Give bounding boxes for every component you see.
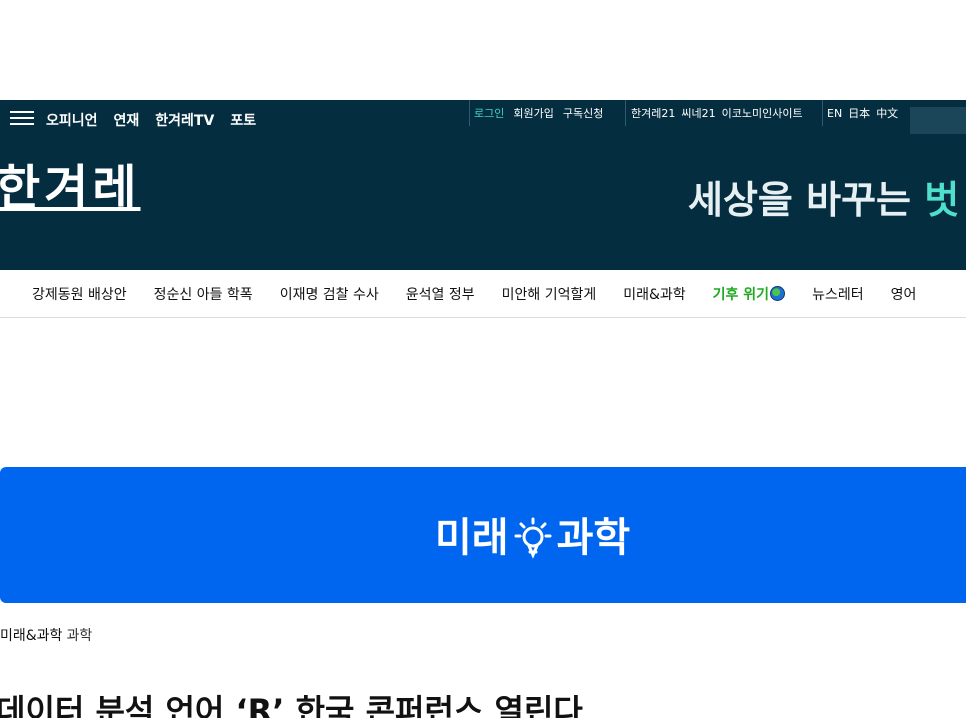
section-banner[interactable]: 미래 과학 <box>0 467 966 603</box>
section-item-climate-crisis[interactable]: 기후 위기 <box>712 284 786 304</box>
family-site-links: 한겨레21 씨네21 이코노미인사이트 <box>625 100 809 126</box>
lang-link-en[interactable]: EN <box>827 107 842 120</box>
login-link[interactable]: 로그인 <box>474 105 504 121</box>
section-item-english[interactable]: 영어 <box>891 284 917 304</box>
site-logo[interactable]: 한겨레 <box>0 164 140 212</box>
menu-icon-line <box>10 117 34 119</box>
subscribe-link[interactable]: 구독신청 <box>563 105 603 121</box>
menu-icon-line <box>10 123 34 125</box>
nav-link-opinion[interactable]: 오피니언 <box>46 110 98 130</box>
section-item-forced-labor[interactable]: 강제동원 배상안 <box>32 284 127 304</box>
section-item-lee-jaemyung[interactable]: 이재명 검찰 수사 <box>280 284 379 304</box>
lang-link-ja[interactable]: 日本 <box>848 105 870 121</box>
family-link-cine21[interactable]: 씨네21 <box>681 105 715 121</box>
menu-icon[interactable] <box>10 110 34 128</box>
section-item-future-science[interactable]: 미래&과학 <box>623 284 685 304</box>
globe-icon <box>770 286 786 301</box>
primary-nav: 오피니언 연재 한겨레TV 포토 <box>46 110 256 130</box>
slogan-accent: 벗 <box>924 178 960 222</box>
family-link-economy-insight[interactable]: 이코노미인사이트 <box>722 105 803 121</box>
slogan: 세상을 바꾸는 벗 <box>688 181 959 219</box>
language-links: EN 日本 中文 <box>822 100 904 126</box>
banner-text-future: 미래 <box>435 515 509 561</box>
section-item-newsletter[interactable]: 뉴스레터 <box>812 284 864 304</box>
breadcrumb-subsection-link[interactable]: 과학 <box>66 628 92 644</box>
page: 오피니언 연재 한겨레TV 포토 로그인 회원가입 구독신청 한겨레21 씨네2… <box>0 0 966 718</box>
family-link-hani21[interactable]: 한겨레21 <box>631 105 675 121</box>
breadcrumb-section-link[interactable]: 미래&과학 <box>0 628 62 644</box>
article-headline: 데이터 분석 언어 ‘R’ 한국 콘퍼런스 열린다 <box>0 692 583 718</box>
lang-link-zh[interactable]: 中文 <box>876 105 898 121</box>
breadcrumb: 미래&과학 과학 <box>0 625 92 645</box>
nav-link-photo[interactable]: 포토 <box>230 110 256 130</box>
site-header: 오피니언 연재 한겨레TV 포토 로그인 회원가입 구독신청 한겨레21 씨네2… <box>0 100 966 270</box>
lightbulb-icon <box>514 517 552 559</box>
section-item-climate-label: 기후 위기 <box>712 287 770 303</box>
banner-title: 미래 과학 <box>435 515 630 561</box>
search-input[interactable] <box>910 107 966 134</box>
section-nav: 강제동원 배상안 정순신 아들 학폭 이재명 검찰 수사 윤석열 정부 미안해 … <box>0 270 966 318</box>
section-item-yoon-government[interactable]: 윤석열 정부 <box>406 284 475 304</box>
nav-link-hani-tv[interactable]: 한겨레TV <box>155 110 214 130</box>
section-item-jung-soonshin[interactable]: 정순신 아들 학폭 <box>154 284 253 304</box>
account-links: 로그인 회원가입 구독신청 <box>469 100 612 126</box>
banner-text-science: 과학 <box>556 515 631 561</box>
section-item-remember[interactable]: 미안해 기억할게 <box>502 284 597 304</box>
nav-link-series[interactable]: 연재 <box>114 110 140 130</box>
signup-link[interactable]: 회원가입 <box>513 105 553 121</box>
slogan-text: 세상을 바꾸는 <box>688 178 925 222</box>
top-bar: 오피니언 연재 한겨레TV 포토 로그인 회원가입 구독신청 한겨레21 씨네2… <box>0 100 966 138</box>
menu-icon-line <box>10 111 34 113</box>
